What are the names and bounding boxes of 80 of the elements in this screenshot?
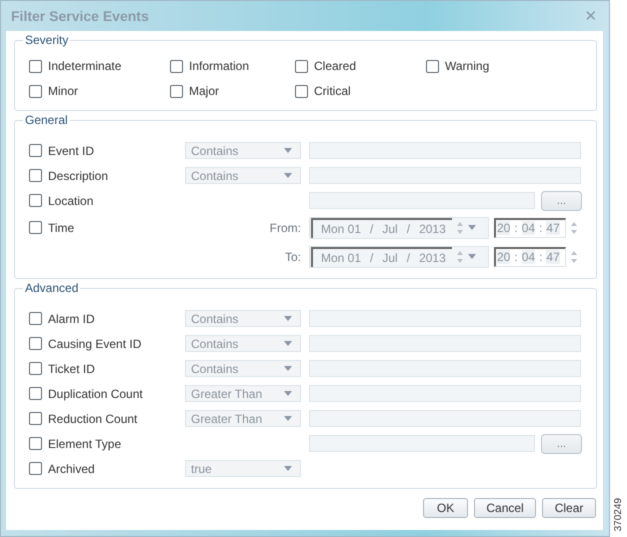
field-label: Ticket ID: [48, 362, 95, 376]
date-field[interactable]: Mon 01 / Jul / 2013: [309, 246, 489, 268]
checkbox[interactable]: [29, 60, 42, 72]
checkbox[interactable]: [29, 437, 42, 450]
value-dropdown[interactable]: true: [185, 460, 301, 477]
field-label: Element Type: [48, 436, 122, 450]
input-field[interactable]: [309, 410, 581, 427]
input-field[interactable]: [309, 167, 581, 184]
operator-dropdown[interactable]: Contains: [185, 310, 301, 327]
checkbox[interactable]: [426, 60, 439, 72]
caret-icon: [468, 225, 476, 230]
checkbox[interactable]: [29, 412, 42, 425]
dialog-button[interactable]: OK: [423, 498, 468, 518]
browse-button[interactable]: ...: [541, 434, 582, 454]
field-label: Archived: [48, 462, 95, 476]
checkbox[interactable]: [170, 60, 183, 72]
checkbox[interactable]: [29, 221, 42, 234]
input-field[interactable]: [309, 142, 581, 159]
checkbox[interactable]: [29, 462, 42, 475]
checkbox[interactable]: [170, 84, 183, 98]
field-label: Description: [48, 168, 108, 182]
caret-icon: [284, 366, 292, 371]
input-field[interactable]: [309, 335, 581, 352]
option-label: Minor: [48, 84, 78, 98]
caret-icon: [284, 316, 292, 321]
window-title: Filter Service Events: [11, 8, 149, 24]
group-title: Advanced: [23, 281, 80, 295]
checkbox[interactable]: [295, 60, 308, 72]
option-label: Major: [189, 84, 220, 98]
field-label: Event ID: [48, 144, 94, 158]
dialog-button[interactable]: Clear: [542, 498, 596, 518]
time-field[interactable]: 20 : 04 : 47: [494, 246, 566, 266]
option-label: Indeterminate: [48, 59, 122, 73]
option-label: Warning: [445, 59, 490, 73]
caret-icon: [284, 391, 292, 396]
caret-icon: [284, 148, 292, 153]
checkbox[interactable]: [29, 387, 42, 400]
caret-icon: [284, 341, 292, 346]
checkbox[interactable]: [29, 84, 42, 98]
figure-number: 370249: [612, 498, 625, 531]
option-label: Critical: [314, 84, 351, 98]
field-label: Causing Event ID: [48, 336, 142, 350]
caret-icon: [284, 416, 292, 421]
operator-dropdown[interactable]: Greater Than: [185, 385, 301, 402]
input-field[interactable]: [309, 435, 535, 452]
input-field[interactable]: [309, 385, 581, 402]
operator-dropdown[interactable]: Contains: [185, 142, 301, 159]
caret-icon: [284, 173, 292, 178]
option-label: Information: [189, 59, 250, 73]
field-label: Time: [48, 220, 74, 234]
checkbox[interactable]: [29, 312, 42, 325]
input-field[interactable]: [309, 310, 581, 327]
field-label: Reduction Count: [48, 412, 138, 426]
operator-dropdown[interactable]: Greater Than: [185, 410, 301, 427]
checkbox[interactable]: [29, 337, 42, 350]
checkbox[interactable]: [29, 362, 42, 375]
field-label: Duplication Count: [48, 386, 143, 400]
close-button[interactable]: ✕: [582, 7, 600, 25]
date-field[interactable]: Mon 01 / Jul / 2013: [309, 216, 489, 238]
time-field[interactable]: 20 : 04 : 47: [494, 218, 566, 238]
dialog-button[interactable]: Cancel: [474, 498, 536, 518]
operator-dropdown[interactable]: Contains: [185, 360, 301, 377]
caret-icon: [284, 466, 292, 471]
caret-icon: [468, 254, 476, 259]
group-title: General: [23, 113, 70, 127]
group-title: Severity: [23, 33, 70, 47]
operator-dropdown[interactable]: Contains: [185, 167, 301, 184]
option-label: Cleared: [314, 59, 356, 73]
browse-button[interactable]: ...: [541, 190, 582, 210]
input-field[interactable]: [309, 192, 535, 209]
checkbox[interactable]: [29, 194, 42, 207]
checkbox[interactable]: [29, 169, 42, 182]
checkbox[interactable]: [295, 84, 308, 98]
range-label: To:: [284, 250, 302, 264]
checkbox[interactable]: [29, 144, 42, 157]
input-field[interactable]: [309, 360, 581, 377]
field-label: Alarm ID: [48, 312, 95, 326]
operator-dropdown[interactable]: Contains: [185, 335, 301, 352]
range-label: From:: [268, 220, 302, 234]
field-label: Location: [48, 194, 94, 208]
